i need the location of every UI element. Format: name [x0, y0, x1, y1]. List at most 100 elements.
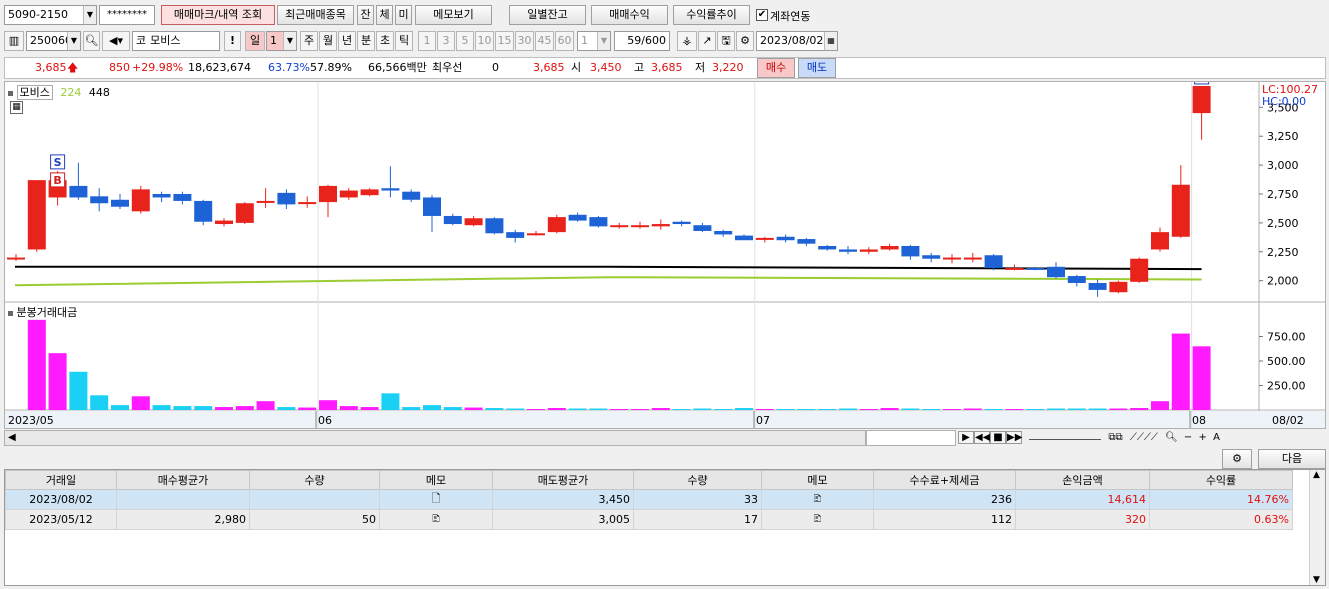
account-link-checkbox[interactable]: ✔	[756, 9, 768, 21]
memo-icon[interactable]: 🗈	[761, 509, 874, 530]
minute-value-field[interactable]: 1 ▼	[577, 31, 611, 51]
buy-button[interactable]: 매수	[757, 58, 795, 78]
data-count-field[interactable]: 59/600	[614, 31, 670, 51]
trade-mark-lookup-button[interactable]: 매매마크/내역 조회	[161, 5, 275, 25]
volume-bar	[963, 408, 982, 410]
recent-trades-button[interactable]: 최근매매종목	[277, 5, 354, 25]
table-row[interactable]: 2023/08/02 🗋 3,450 33 🗈 236 14,614 14.76…	[5, 489, 1293, 510]
period-tick-tab[interactable]: 틱	[395, 31, 413, 51]
zoom-slider[interactable]	[1029, 430, 1102, 440]
column-header[interactable]: 수량	[249, 470, 380, 490]
save-icon[interactable]: 🖫	[717, 31, 735, 51]
memo-view-button[interactable]: 메모보기	[415, 5, 492, 25]
memo-icon[interactable]: 🗋	[379, 489, 493, 510]
calendar-icon[interactable]: ▦	[824, 32, 837, 50]
column-header[interactable]: 거래일	[5, 470, 117, 490]
column-header[interactable]: 손익금액	[1015, 470, 1150, 490]
screen-menu-icon[interactable]: ▥	[4, 31, 24, 51]
draw-tools-icon[interactable]: ⟋⟋⟋⟋	[1130, 432, 1158, 443]
table-toggle-icon[interactable]: ▦	[10, 101, 23, 114]
play-icon[interactable]: ▶	[958, 431, 974, 444]
memo-icon[interactable]: 🗈	[761, 489, 874, 510]
daily-balance-button[interactable]: 일별잔고	[509, 5, 586, 25]
candle-body	[1067, 276, 1086, 283]
scroll-up-arrow[interactable]: ▲	[1313, 470, 1320, 480]
minute-3-button[interactable]: 3	[437, 31, 455, 51]
candle-type-icon[interactable]: ⚶	[677, 31, 697, 51]
minute-60-button[interactable]: 60	[555, 31, 574, 51]
column-header[interactable]: 메모	[761, 470, 874, 490]
chevron-down-icon[interactable]: ▼	[283, 32, 296, 50]
candle-body	[7, 257, 25, 260]
fast-forward-icon[interactable]: ▶▶	[1006, 431, 1022, 444]
legend-box	[8, 310, 13, 316]
column-header[interactable]: 메모	[379, 470, 493, 490]
minute-30-button[interactable]: 30	[515, 31, 534, 51]
plus-icon[interactable]: +	[1199, 432, 1207, 443]
draw-line-icon[interactable]: ↗	[698, 31, 716, 51]
buy-mark-label: B	[53, 174, 61, 187]
rewind-icon[interactable]: ◀◀	[974, 431, 990, 444]
period-day-tab[interactable]: 일	[245, 31, 265, 51]
column-header[interactable]: 수익률	[1149, 470, 1293, 490]
period-week-tab[interactable]: 주	[300, 31, 318, 51]
search-icon[interactable]: 🔍︎	[1165, 432, 1178, 443]
scroll-thumb[interactable]	[866, 430, 956, 446]
search-icon[interactable]: 🔍︎	[83, 31, 100, 51]
period-value-field[interactable]: 1 ▼	[266, 31, 297, 51]
column-header[interactable]: 수수료+제세금	[873, 470, 1016, 490]
grid-vertical-scrollbar[interactable]: ▲ ▼	[1309, 470, 1325, 585]
high-price: 3,685	[651, 61, 683, 74]
scroll-down-arrow[interactable]: ▼	[1313, 575, 1320, 585]
trade-history-grid: 거래일 매수평균가 수량 메모 매도평균가 수량 메모 수수료+제세금 손익금액…	[4, 469, 1326, 586]
minute-1-button[interactable]: 1	[418, 31, 436, 51]
date-field[interactable]: 2023/08/02 ▦	[756, 31, 838, 51]
scroll-left-arrow[interactable]: ◀	[8, 431, 16, 445]
minus-icon[interactable]: −	[1184, 432, 1192, 443]
trade-profit-button[interactable]: 매매수익	[591, 5, 668, 25]
account-select[interactable]: 5090-2150 ▼	[4, 5, 97, 25]
column-header[interactable]: 매도평균가	[492, 470, 634, 490]
sell-button[interactable]: 매도	[798, 58, 836, 78]
price-chart[interactable]: 3,5003,2503,0002,7502,5002,2502,000750.0…	[5, 82, 1325, 428]
period-minute-tab[interactable]: 분	[357, 31, 375, 51]
period-year-tab[interactable]: 년	[338, 31, 356, 51]
chart-scrollbar[interactable]: ◀	[4, 430, 866, 446]
chart-area[interactable]: 3,500 3,250 3,000 2,750 2,500 2,250 2,000 750.0…	[4, 81, 1326, 429]
chevron-down-icon[interactable]: ▼	[83, 6, 96, 24]
memo-icon[interactable]: 🗈	[379, 509, 493, 530]
gear-icon[interactable]: ⚙	[736, 31, 754, 51]
volume-bar	[818, 409, 837, 410]
volume-bar	[443, 407, 462, 410]
button-label: 메모보기	[433, 8, 474, 21]
password-field[interactable]: ********	[99, 5, 155, 25]
font-size-icon[interactable]: A	[1213, 432, 1220, 443]
sound-icon[interactable]: ◀︎▾	[102, 31, 130, 51]
profit-trend-button[interactable]: 수익률추이	[673, 5, 750, 25]
next-button[interactable]: 다음	[1258, 449, 1326, 469]
minute-45-button[interactable]: 45	[535, 31, 554, 51]
stop-icon[interactable]: ■	[990, 431, 1006, 444]
period-second-tab[interactable]: 초	[376, 31, 394, 51]
minute-15-button[interactable]: 15	[495, 31, 514, 51]
volume-tick-label: 750.00	[1267, 331, 1306, 344]
layout-icon[interactable]: ⧉⧉	[1108, 432, 1122, 443]
low-label: 저	[695, 61, 706, 74]
stock-code-field[interactable]: 250060 ▼	[26, 31, 81, 51]
minute-5-button[interactable]: 5	[456, 31, 474, 51]
alert-button[interactable]: !	[224, 31, 241, 51]
period-month-tab[interactable]: 월	[319, 31, 337, 51]
executed-button[interactable]: 체	[376, 5, 393, 25]
candle-body	[1171, 184, 1190, 237]
chevron-down-icon[interactable]: ▼	[67, 32, 80, 50]
balance-button[interactable]: 잔	[357, 5, 374, 25]
settings-button[interactable]: ⚙	[1222, 449, 1252, 469]
chevron-down-icon[interactable]: ▼	[597, 32, 610, 50]
column-header[interactable]: 매수평균가	[116, 470, 250, 490]
minute-10-button[interactable]: 10	[475, 31, 494, 51]
column-header[interactable]: 수량	[633, 470, 762, 490]
unexecuted-button[interactable]: 미	[395, 5, 412, 25]
table-row[interactable]: 2023/05/12 2,980 50 🗈 3,005 17 🗈 112 320…	[5, 509, 1293, 530]
volume-bar	[173, 406, 192, 410]
candle-body	[963, 257, 982, 260]
